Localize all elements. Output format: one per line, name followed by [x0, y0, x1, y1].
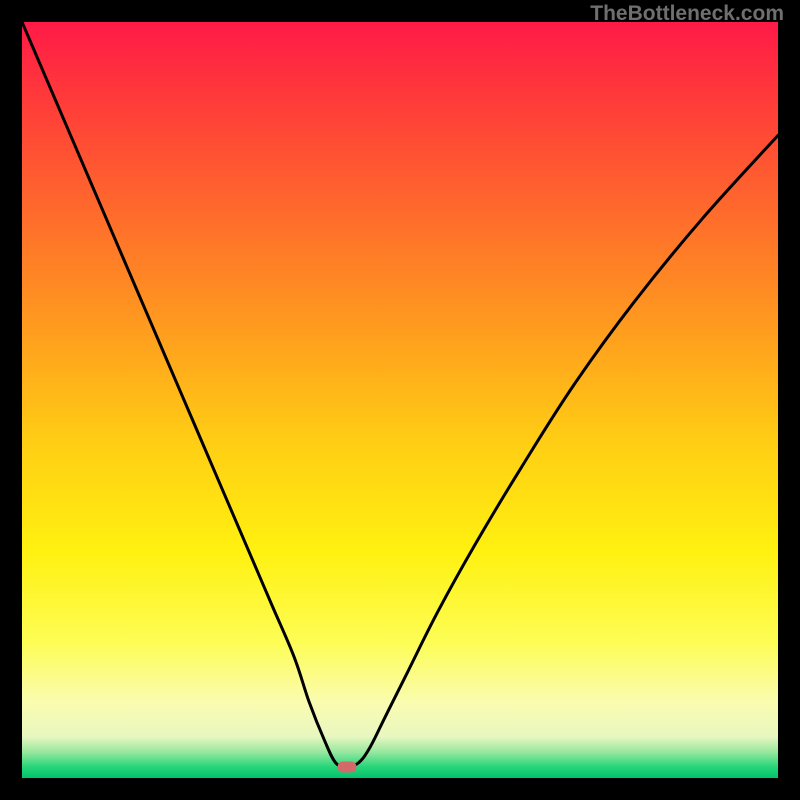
plot-area: [22, 22, 778, 778]
curve-minimum-marker: [338, 761, 357, 772]
bottleneck-curve: [22, 22, 778, 778]
chart-container: TheBottleneck.com: [0, 0, 800, 800]
